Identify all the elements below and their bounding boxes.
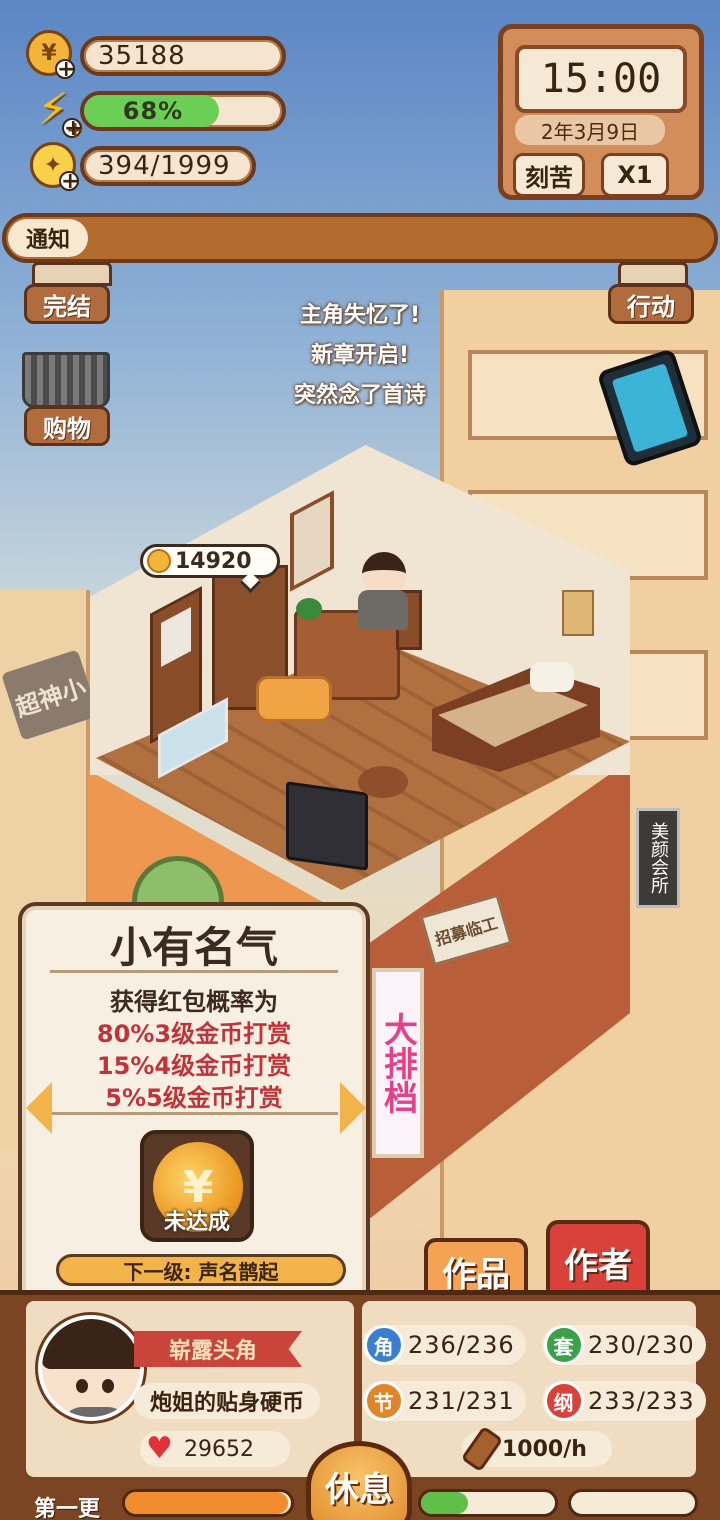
room-coin-bubble[interactable]: 14920	[140, 544, 280, 578]
chapter-progress-fill	[125, 1492, 288, 1514]
stat-value: 233/233	[588, 1387, 695, 1415]
bed-pillow	[530, 662, 574, 692]
energy-counter[interactable]: ⚡ +	[30, 83, 83, 141]
shopping-basket-icon[interactable]	[22, 352, 110, 408]
player-character[interactable]	[358, 552, 408, 632]
writing-progress-next	[568, 1489, 698, 1517]
writing-progress	[418, 1489, 558, 1517]
reward-line: 5%5级金币打赏	[105, 1084, 283, 1112]
tab-author[interactable]: 作者	[546, 1220, 650, 1300]
author-panel: 崭露头角 炮姐的贴身硬币 ♥ 29652 角 236/236 套 230/230…	[0, 1290, 720, 1520]
stat-value: 230/230	[588, 1331, 695, 1359]
inspiration-value: 394/1999	[80, 146, 256, 186]
income-value: 1000/h	[502, 1436, 587, 1462]
potted-plant	[296, 598, 322, 620]
coin-icon: ¥ +	[26, 30, 75, 81]
energy-bar: 68%	[80, 91, 286, 131]
wall-poster	[562, 590, 594, 636]
equipped-item[interactable]: 炮姐的贴身硬币	[134, 1383, 320, 1419]
phone-screen	[611, 363, 689, 453]
fame-info-card: 小有名气 获得红包概率为 80%3级金币打赏 15%4级金币打赏 5%5级金币打…	[18, 902, 370, 1308]
work-mode-button[interactable]: 刻苦	[513, 153, 585, 197]
coin-counter[interactable]: ¥ +	[26, 30, 75, 81]
likes-value: 29652	[184, 1436, 254, 1462]
television[interactable]	[286, 781, 368, 871]
stat-value: 231/231	[408, 1387, 515, 1415]
fame-title: 小有名气	[109, 923, 278, 972]
stat-character: 角 236/236	[362, 1325, 526, 1365]
stat-badge-icon: 纲	[544, 1381, 584, 1421]
reward-line: 15%4级金币打赏	[96, 1052, 292, 1080]
door-glass	[161, 607, 191, 667]
story-line: 新章开启!	[310, 343, 410, 368]
avatar[interactable]	[38, 1315, 144, 1421]
clock-time: 15:00	[515, 45, 687, 113]
medal-status: 未达成	[163, 1210, 230, 1235]
stat-badge-icon: 节	[364, 1381, 404, 1421]
reward-line: 80%3级金币打赏	[96, 1020, 292, 1048]
speed-button[interactable]: X1	[601, 153, 669, 197]
avatar-eye	[102, 1379, 114, 1393]
action-icon	[618, 262, 688, 286]
rank-ribbon[interactable]: 崭露头角	[134, 1331, 302, 1367]
food-stall-poster: 大排档	[372, 968, 424, 1158]
chapter-progress	[122, 1489, 294, 1517]
action-button[interactable]: 行动	[608, 284, 694, 324]
pet-dog[interactable]	[358, 766, 408, 798]
stat-routine: 套 230/230	[542, 1325, 706, 1365]
add-icon[interactable]: +	[59, 171, 79, 193]
reward-intro: 获得红包概率为	[110, 988, 278, 1016]
avatar-eye	[76, 1379, 88, 1393]
stat-badge-icon: 套	[544, 1325, 584, 1365]
energy-value: 68%	[122, 97, 184, 125]
stat-outline: 纲 233/233	[542, 1381, 706, 1421]
inspiration-counter[interactable]: ✦ +	[30, 142, 79, 193]
add-icon[interactable]: +	[55, 59, 75, 81]
clock-panel: 15:00 2年3月9日 刻苦 X1	[498, 24, 704, 200]
divider	[50, 970, 338, 973]
complete-button[interactable]: 完结	[24, 284, 110, 324]
book-icon	[32, 262, 112, 286]
previous-arrow-icon[interactable]	[26, 1082, 52, 1134]
stat-rhythm: 节 231/231	[362, 1381, 526, 1421]
likes-counter: ♥ 29652	[140, 1431, 290, 1467]
shopping-button[interactable]: 购物	[24, 406, 110, 446]
notification-bar[interactable]: 通知	[2, 213, 718, 263]
story-announcement: 主角失忆了! 新章开启! 突然念了首诗	[230, 296, 490, 416]
add-icon[interactable]: +	[62, 118, 82, 140]
lightbulb-icon: ✦ +	[30, 142, 79, 193]
character-body	[358, 590, 408, 630]
divider	[50, 1112, 338, 1115]
next-arrow-icon[interactable]	[340, 1082, 366, 1134]
income-rate: 1000/h	[460, 1425, 612, 1473]
beauty-salon-sign: 美颜会所	[636, 808, 680, 908]
lightning-icon: ⚡ +	[37, 83, 83, 141]
coin-value: 35188	[80, 36, 286, 76]
notification-label: 通知	[8, 219, 88, 257]
writing-progress-fill	[421, 1492, 468, 1514]
clock-date: 2年3月9日	[515, 115, 665, 145]
chapter-label: 第一更	[34, 1497, 101, 1520]
avatar-hair	[42, 1319, 140, 1369]
coin-icon	[147, 549, 171, 573]
stat-badge-icon: 角	[364, 1325, 404, 1365]
next-level-label: 下一级: 声名鹊起	[56, 1254, 346, 1286]
story-line: 突然念了首诗	[293, 383, 426, 408]
room-coin-value: 14920	[175, 548, 252, 574]
stat-value: 236/236	[408, 1331, 515, 1359]
fame-medal: ¥ 未达成	[140, 1130, 254, 1242]
story-line: 主角失忆了!	[299, 303, 421, 328]
pet-bed	[256, 676, 332, 722]
heart-icon: ♥	[146, 1431, 173, 1466]
